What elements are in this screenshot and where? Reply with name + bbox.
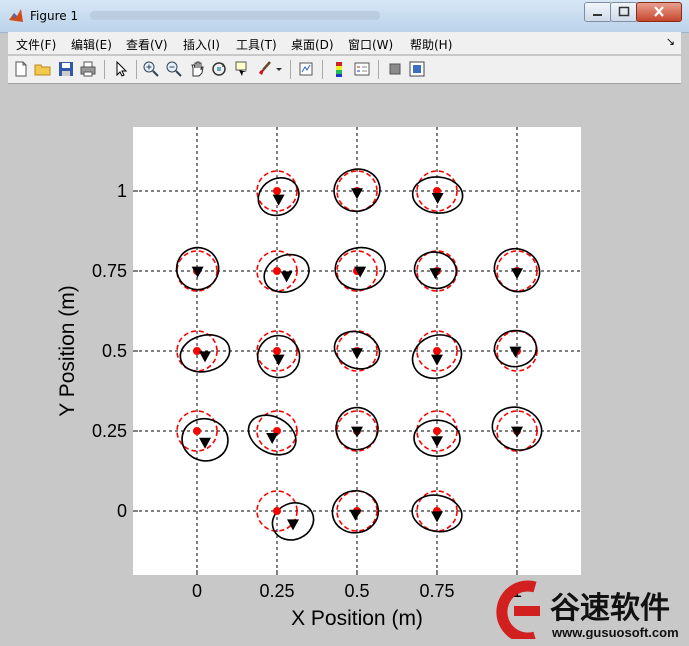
- minimize-button[interactable]: [584, 2, 612, 22]
- menu-desktop[interactable]: 桌面(D): [291, 36, 334, 53]
- menu-view[interactable]: 查看(V): [126, 36, 168, 53]
- target-point: [193, 427, 201, 435]
- save-icon[interactable]: [57, 60, 75, 78]
- rotate-3d-icon[interactable]: [210, 60, 228, 78]
- new-figure-icon[interactable]: [12, 60, 30, 78]
- zoom-in-icon[interactable]: [142, 60, 160, 78]
- maximize-button[interactable]: [610, 2, 638, 22]
- data-cursor-icon[interactable]: [233, 60, 251, 78]
- y-tick-label: 0: [117, 501, 127, 521]
- watermark-url: www.gusuosoft.com: [551, 625, 679, 639]
- zoom-out-icon[interactable]: [165, 60, 183, 78]
- window-title: Figure 1: [30, 9, 79, 23]
- figure-toolbar: [8, 56, 681, 84]
- menu-help[interactable]: 帮助(H): [410, 36, 452, 53]
- y-axis-label: Y Position (m): [56, 285, 79, 417]
- legend-icon[interactable]: [353, 60, 371, 78]
- toolbar-separator: [290, 60, 291, 79]
- toolbar-separator: [104, 60, 105, 79]
- x-tick-label: 0.75: [419, 581, 454, 601]
- target-point: [273, 267, 281, 275]
- close-button[interactable]: [636, 2, 682, 22]
- target-point: [273, 187, 281, 195]
- target-point: [273, 507, 281, 515]
- target-point: [433, 347, 441, 355]
- close-icon: [654, 6, 664, 17]
- y-tick-label: 1: [117, 181, 127, 201]
- pan-icon[interactable]: [188, 60, 206, 78]
- toolbar-separator: [136, 60, 137, 79]
- menu-edit[interactable]: 编辑(E): [71, 36, 112, 53]
- matlab-icon: [9, 9, 23, 22]
- link-plot-icon[interactable]: [297, 60, 315, 78]
- minimize-icon: [593, 14, 602, 16]
- maximize-icon: [618, 6, 630, 17]
- show-plot-tools-icon[interactable]: [408, 60, 426, 78]
- target-point: [433, 427, 441, 435]
- x-tick-label: 0.25: [259, 581, 294, 601]
- menu-dock-arrow-icon[interactable]: ↘: [666, 35, 675, 48]
- y-tick-label: 0.5: [102, 341, 127, 361]
- toolbar-separator: [378, 60, 379, 79]
- watermark-brand: 谷速软件: [550, 591, 670, 626]
- hide-plot-tools-icon[interactable]: [386, 60, 404, 78]
- x-tick-label: 0.5: [344, 581, 369, 601]
- figure-window: Figure 1 文件(F) 编辑(E) 查看(V) 插入(I) 工具(T) 桌…: [0, 0, 689, 646]
- y-tick-label: 0.25: [92, 421, 127, 441]
- menu-tools[interactable]: 工具(T): [236, 36, 277, 53]
- title-bar: Figure 1: [0, 0, 689, 33]
- colorbar-icon[interactable]: [330, 60, 348, 78]
- target-point: [193, 347, 201, 355]
- brush-dropdown-icon[interactable]: [274, 60, 284, 78]
- menu-insert[interactable]: 插入(I): [183, 36, 220, 53]
- x-tick-label: 0: [192, 581, 202, 601]
- blurred-title-text: [90, 11, 380, 20]
- menu-bar: 文件(F) 编辑(E) 查看(V) 插入(I) 工具(T) 桌面(D) 窗口(W…: [8, 32, 681, 54]
- target-point: [273, 347, 281, 355]
- print-icon[interactable]: [79, 60, 97, 78]
- open-file-icon[interactable]: [34, 60, 52, 78]
- y-tick-label: 0.75: [92, 261, 127, 281]
- toolbar-separator: [322, 60, 323, 79]
- menu-file[interactable]: 文件(F): [16, 36, 56, 53]
- x-axis-label: X Position (m): [291, 607, 423, 630]
- scatter-plot: 0 0.25 0.5 0.75 100.250.50.751 X Position (m…: [56, 127, 679, 639]
- menu-window[interactable]: 窗口(W): [348, 36, 393, 53]
- watermark: 谷速软件 www.gusuosoft.com: [496, 580, 679, 639]
- figure-canvas: 0 0.25 0.5 0.75 1 0 0.25 0.5 0.75 1 X Position (m…: [8, 84, 681, 639]
- pointer-icon[interactable]: [112, 60, 130, 78]
- brush-icon[interactable]: [256, 60, 274, 78]
